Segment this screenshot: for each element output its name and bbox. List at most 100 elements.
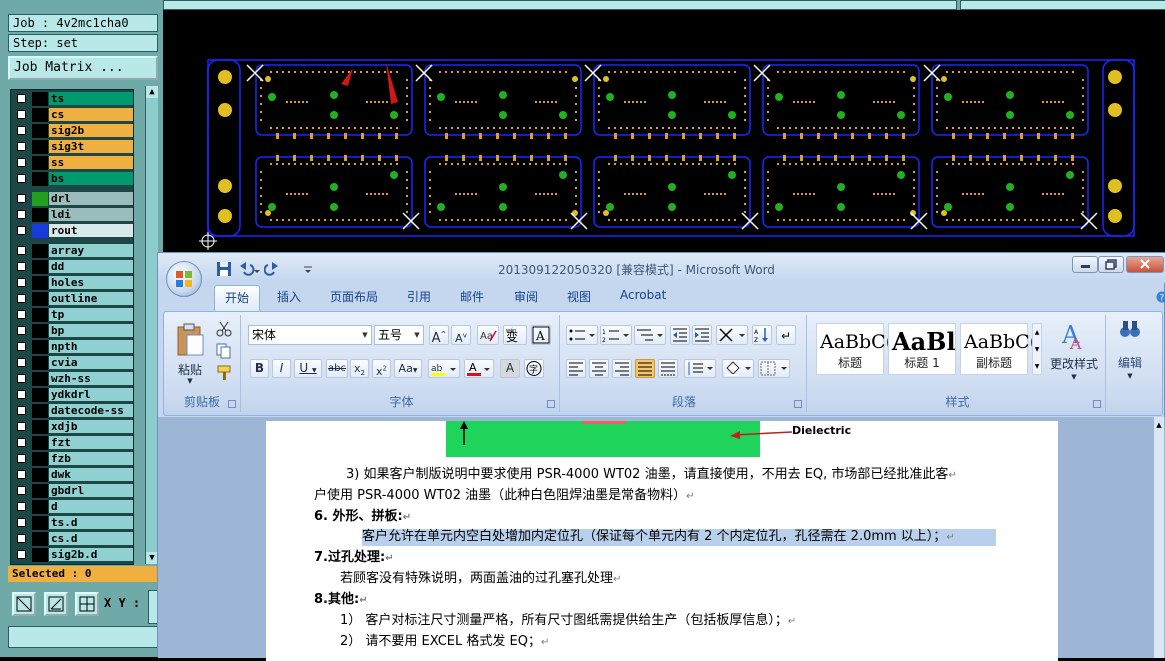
layer-color-swatch[interactable] [32,500,48,514]
layer-color-swatch[interactable] [32,452,48,466]
layer-name[interactable]: datecode-ss [49,404,133,417]
layer-color-swatch[interactable] [32,308,48,322]
layer-color-swatch[interactable] [32,436,48,450]
text-highlight-button[interactable]: ab [428,359,460,378]
tab-review[interactable]: 审阅 [514,288,538,305]
close-button[interactable] [1126,256,1164,273]
layer-name[interactable]: ydkdrl [49,388,133,401]
paste-dropdown-icon[interactable]: ▼ [170,377,210,385]
save-icon[interactable] [216,261,232,277]
layer-checkbox[interactable] [17,246,26,255]
layer-checkbox[interactable] [17,342,26,351]
layer-name[interactable]: ts [49,92,133,105]
styles-down-icon[interactable]: ▼ [1033,341,1041,358]
layer-color-swatch[interactable] [32,516,48,530]
tab-insert[interactable]: 插入 [277,288,301,305]
measure-button[interactable] [44,592,68,616]
layer-checkbox[interactable] [17,358,26,367]
layer-name[interactable]: ldi [49,208,133,221]
layer-checkbox[interactable] [17,502,26,511]
layer-row[interactable]: holes [13,276,133,290]
layer-row[interactable]: d [13,500,133,514]
layer-color-swatch[interactable] [32,276,48,290]
layer-checkbox[interactable] [17,142,26,151]
layer-row[interactable]: dd [13,260,133,274]
bold-button[interactable]: B [250,359,269,378]
cut-icon[interactable] [216,321,232,337]
layer-name[interactable]: outline [49,292,133,305]
layer-checkbox[interactable] [17,194,26,203]
layer-color-swatch[interactable] [32,92,48,106]
layer-row[interactable]: ss [13,156,133,170]
layer-row[interactable]: ydkdrl [13,388,133,402]
redo-icon[interactable] [264,261,280,277]
enclose-characters-button[interactable]: 字 [524,359,544,378]
distribute-button[interactable] [658,359,678,378]
layer-row[interactable]: ts [13,92,133,106]
tab-page-layout[interactable]: 页面布局 [330,288,378,305]
layer-name[interactable]: rout [49,224,133,237]
layer-name[interactable]: tp [49,308,133,321]
layer-row[interactable]: ts.d [13,516,133,530]
line-spacing-button[interactable] [684,359,716,378]
layer-row[interactable]: fzt [13,436,133,450]
align-center-button[interactable] [589,359,609,378]
edit-dropdown-icon[interactable]: ▼ [1108,372,1152,380]
layer-color-swatch[interactable] [32,404,48,418]
font-name-combo[interactable]: 宋体▼ [248,325,372,345]
font-dialog-launcher-icon[interactable] [547,400,555,408]
layer-color-swatch[interactable] [32,192,48,206]
zoom-window-button[interactable] [12,592,36,616]
tab-view[interactable]: 视图 [567,288,591,305]
job-name-field[interactable]: Job : 4v2mc1cha0 [8,14,158,32]
layer-color-swatch[interactable] [32,156,48,170]
layer-name[interactable]: cs.d [49,532,133,545]
layer-row[interactable]: cvia [13,356,133,370]
layer-color-swatch[interactable] [32,324,48,338]
layer-name[interactable]: sig2b [49,124,133,137]
undo-icon[interactable] [238,261,260,277]
layer-checkbox[interactable] [17,174,26,183]
layer-color-swatch[interactable] [32,532,48,546]
chinese-layout-button[interactable] [716,325,748,345]
layer-checkbox[interactable] [17,294,26,303]
layer-row[interactable]: sig2b [13,124,133,138]
font-name-dropdown-icon[interactable]: ▼ [359,326,371,344]
change-styles-dropdown-icon[interactable]: ▼ [1046,373,1102,381]
borders-button[interactable] [758,359,790,378]
show-marks-button[interactable]: ↵ [776,325,796,345]
layer-color-swatch[interactable] [32,224,48,238]
layer-name[interactable]: d [49,500,133,513]
layer-checkbox[interactable] [17,326,26,335]
job-matrix-button[interactable]: Job Matrix ... [8,56,158,80]
layer-checkbox[interactable] [17,406,26,415]
grow-font-button[interactable]: A^ [429,325,449,345]
layer-row[interactable]: cs [13,108,133,122]
style-subtitle[interactable]: AaBbC( 副标题 [960,323,1028,375]
layer-name[interactable]: fzb [49,452,133,465]
layer-checkbox[interactable] [17,438,26,447]
layer-row[interactable]: tp [13,308,133,322]
bullets-button[interactable] [566,325,598,345]
layer-name[interactable]: xdjb [49,420,133,433]
layer-row[interactable]: outline [13,292,133,306]
align-right-button[interactable] [612,359,632,378]
layer-color-swatch[interactable] [32,208,48,222]
numbering-button[interactable]: 12 [600,325,632,345]
shrink-font-button[interactable]: Av [451,325,471,345]
underline-button[interactable]: U ▼ [294,359,322,378]
layer-row[interactable]: gbdrl [13,484,133,498]
layer-row[interactable]: xdjb [13,420,133,434]
layer-row[interactable]: sig3t [13,140,133,154]
layer-name[interactable]: dwk [49,468,133,481]
decrease-indent-button[interactable] [670,325,690,345]
change-styles-button[interactable]: AA 更改样式 ▼ [1046,319,1102,391]
layer-checkbox[interactable] [17,374,26,383]
layer-row[interactable]: datecode-ss [13,404,133,418]
tab-references[interactable]: 引用 [407,288,431,305]
layer-name[interactable]: holes [49,276,133,289]
tab-mailings[interactable]: 邮件 [460,288,484,305]
layer-name[interactable]: gbdrl [49,484,133,497]
layer-row[interactable]: ldi [13,208,133,222]
pcb-graphic-view[interactable] [163,10,1165,258]
